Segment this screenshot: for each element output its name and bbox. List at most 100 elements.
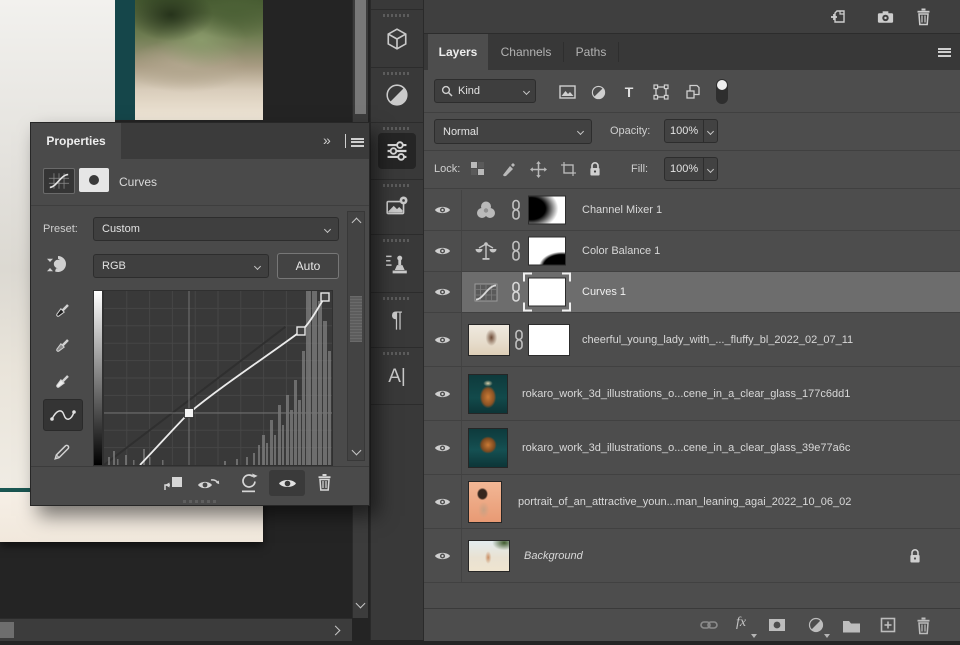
dock-character-panel[interactable]: A| <box>371 348 423 405</box>
white-point-eyedropper[interactable] <box>43 367 81 397</box>
new-adjustment-layer-icon[interactable] <box>808 617 824 633</box>
auto-button[interactable]: Auto <box>277 253 339 279</box>
tab-properties[interactable]: Properties <box>31 123 121 159</box>
curve-point-selected[interactable] <box>184 408 194 418</box>
panel-menu-icon[interactable] <box>938 46 951 58</box>
black-point-eyedropper[interactable] <box>43 296 81 326</box>
layer-row-channel-mixer-1[interactable]: Channel Mixer 1 <box>424 190 960 231</box>
curves-graph[interactable] <box>103 290 333 466</box>
drag-grip <box>383 72 411 75</box>
layer-mask-thumbnail[interactable] <box>528 236 566 266</box>
mask-link-icon[interactable] <box>510 240 522 262</box>
visibility-history-icon[interactable] <box>197 475 221 492</box>
v-scrollbar-thumb[interactable] <box>355 0 366 114</box>
layer-row-curves-1[interactable]: Curves 1 <box>424 272 960 313</box>
lock-transparent-pixels-icon[interactable] <box>470 161 485 176</box>
dock-clone-source-panel[interactable] <box>371 235 423 293</box>
new-group-icon[interactable] <box>842 618 861 633</box>
layer-row-background[interactable]: Background <box>424 529 960 583</box>
visibility-toggle[interactable] <box>424 272 462 312</box>
mask-link-icon[interactable] <box>510 199 522 221</box>
curve-point[interactable] <box>320 292 330 302</box>
tab-layers[interactable]: Layers <box>428 34 488 70</box>
visibility-toggle[interactable] <box>424 529 462 582</box>
dock-3d-panel[interactable] <box>371 10 423 68</box>
lock-position-icon[interactable] <box>530 161 547 178</box>
camera-snapshot-icon[interactable] <box>876 8 895 26</box>
panel-resize-grip[interactable] <box>183 500 217 503</box>
layer-row-cheerful-young-lady[interactable]: cheerful_young_lady_with_..._fluffy_bl_2… <box>424 313 960 367</box>
h-scrollbar-thumb[interactable] <box>0 622 14 638</box>
filter-adjustment-layers-button[interactable] <box>587 83 609 101</box>
new-layer-icon[interactable] <box>880 617 896 633</box>
filter-shape-layers-button[interactable] <box>650 83 672 101</box>
layer-mask-thumbnail[interactable] <box>528 195 566 225</box>
layer-thumbnail[interactable] <box>468 323 510 356</box>
lock-image-pixels-icon[interactable] <box>501 161 517 177</box>
link-layers-icon[interactable] <box>700 619 718 631</box>
layer-thumbnail[interactable] <box>468 480 502 523</box>
filter-smart-objects-button[interactable] <box>682 83 704 101</box>
delete-icon[interactable] <box>915 7 932 26</box>
filter-pixel-layers-button[interactable] <box>556 83 578 101</box>
tab-channels[interactable]: Channels <box>490 34 562 70</box>
visibility-toggle[interactable] <box>424 475 462 528</box>
background-lock-icon[interactable] <box>908 548 922 564</box>
visibility-toggle[interactable] <box>424 190 462 230</box>
targeted-adjustment-icon[interactable] <box>45 253 71 277</box>
visibility-toggle[interactable] <box>424 313 462 366</box>
filter-toggle-switch[interactable] <box>716 79 728 104</box>
lock-artboard-nesting-icon[interactable] <box>560 161 577 177</box>
scroll-down-icon[interactable] <box>355 598 366 609</box>
gray-point-eyedropper[interactable] <box>43 331 81 361</box>
preset-select[interactable]: Custom <box>93 217 339 241</box>
add-layer-mask-icon[interactable] <box>768 618 786 632</box>
opacity-input[interactable]: 100% <box>664 119 718 143</box>
visibility-toggle[interactable] <box>424 231 462 271</box>
mask-link-icon[interactable] <box>510 281 522 303</box>
mask-link-icon[interactable] <box>513 329 525 351</box>
layer-thumbnail[interactable] <box>468 539 510 572</box>
visibility-toggle[interactable] <box>424 367 462 420</box>
curve-point[interactable] <box>296 326 306 336</box>
collapse-chevrons-icon[interactable]: » <box>323 132 331 148</box>
delete-layer-icon[interactable] <box>915 616 932 635</box>
tab-paths[interactable]: Paths <box>565 34 617 70</box>
curve-point-tool[interactable] <box>43 399 83 431</box>
dock-properties-panel[interactable] <box>371 123 423 180</box>
properties-scrollbar[interactable] <box>347 211 365 461</box>
scroll-down-icon[interactable] <box>351 445 362 456</box>
add-layer-comp-icon[interactable] <box>830 8 848 26</box>
mask-badge-icon[interactable] <box>79 168 109 192</box>
dock-libraries-panel[interactable] <box>371 180 423 235</box>
dock-paragraph-panel[interactable]: ¶ <box>371 293 423 348</box>
document-horizontal-scrollbar[interactable] <box>0 618 352 641</box>
scroll-up-icon[interactable] <box>351 217 362 228</box>
dock-adjustments-panel[interactable] <box>371 68 423 123</box>
fill-input[interactable]: 100% <box>664 157 718 181</box>
layer-row-portrait[interactable]: portrait_of_an_attractive_youn...man_lea… <box>424 475 960 529</box>
properties-scrollbar-thumb[interactable] <box>350 296 362 342</box>
reset-icon[interactable] <box>239 473 258 493</box>
delete-adjustment-icon[interactable] <box>316 472 333 492</box>
filter-kind-dropdown[interactable]: Kind <box>434 79 536 103</box>
layers-panel-header <box>424 0 960 34</box>
channel-select[interactable]: RGB <box>93 254 269 278</box>
lock-all-icon[interactable] <box>588 161 602 177</box>
blend-mode-select[interactable]: Normal <box>434 119 592 144</box>
pencil-tool[interactable] <box>43 437 81 467</box>
clip-to-layer-icon[interactable] <box>163 475 183 492</box>
layer-thumbnail[interactable] <box>468 427 508 468</box>
layer-mask-thumbnail[interactable] <box>528 323 570 356</box>
layer-style-fx-icon[interactable]: fx <box>736 615 746 631</box>
properties-menu-icon[interactable] <box>351 136 364 148</box>
layer-thumbnail[interactable] <box>468 373 508 414</box>
filter-type-layers-button[interactable]: T <box>618 83 640 101</box>
layer-row-color-balance-1[interactable]: Color Balance 1 <box>424 231 960 272</box>
layer-row-rokaro-177c6dd1[interactable]: rokaro_work_3d_illustrations_o...cene_in… <box>424 367 960 421</box>
layer-row-rokaro-39e77a6c[interactable]: rokaro_work_3d_illustrations_o...cene_in… <box>424 421 960 475</box>
scroll-right-icon[interactable] <box>330 625 341 636</box>
toggle-visibility-button[interactable] <box>269 470 305 496</box>
layer-mask-thumbnail-selected[interactable] <box>523 272 571 312</box>
visibility-toggle[interactable] <box>424 421 462 474</box>
